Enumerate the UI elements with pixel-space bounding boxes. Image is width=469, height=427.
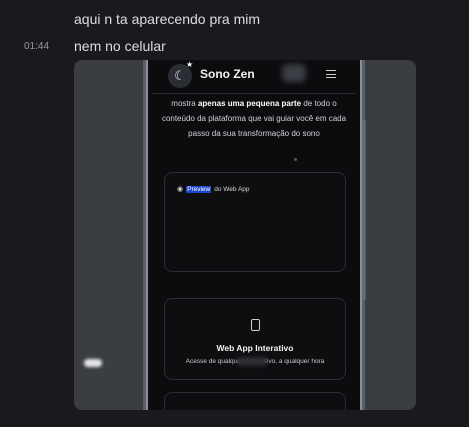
message-timestamp: 01:44	[24, 41, 50, 52]
divider	[152, 93, 356, 94]
carousel-dot	[294, 158, 297, 161]
star-icon: ★	[186, 60, 194, 69]
preview-label: ◉ Preview do Web App	[177, 185, 250, 193]
next-card	[164, 392, 346, 410]
phone-side-reflection	[362, 120, 366, 300]
feature-card: Web App Interativo Acesse de qualquer di…	[164, 298, 346, 380]
intro-paragraph: mostra apenas uma pequena parte de todo …	[154, 96, 354, 141]
smartphone-icon	[251, 319, 260, 331]
intro-text-bold: apenas uma pequena parte	[197, 99, 302, 108]
preview-highlight: Preview	[186, 185, 212, 193]
feature-title: Web App Interativo	[216, 343, 294, 353]
image-attachment[interactable]: ☾ ★ Sono Zen mostra apenas uma pequena p…	[74, 60, 416, 410]
redacted-area	[237, 357, 267, 366]
hamburger-icon	[326, 70, 336, 78]
eye-icon: ◉	[177, 186, 184, 193]
preview-card: ◉ Preview do Web App	[164, 172, 346, 272]
app-title: Sono Zen	[200, 67, 255, 81]
preview-rest: do Web App	[214, 185, 250, 193]
phone-frame-left	[143, 60, 146, 410]
message-text: nem no celular	[74, 38, 166, 54]
message-text: aqui n ta aparecendo pra mim	[74, 11, 260, 27]
phone-screenshot: ☾ ★ Sono Zen mostra apenas uma pequena p…	[143, 60, 366, 410]
redacted-area	[282, 64, 306, 82]
redacted-area	[84, 359, 102, 367]
app-header: ☾ ★ Sono Zen	[148, 60, 360, 88]
intro-text-before: mostra	[171, 99, 198, 108]
